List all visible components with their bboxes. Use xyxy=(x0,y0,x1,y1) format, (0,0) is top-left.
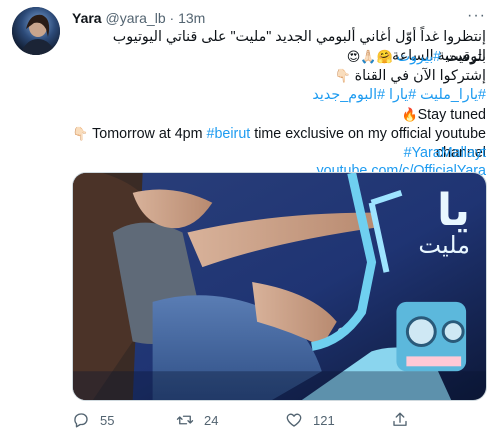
arabic-hashtags[interactable]: #يارا_مليت #يارا #البوم_جديد xyxy=(312,87,486,103)
tweet-text-line-2: بتوقيت #بيروت 🤗🙏🏻😍 xyxy=(72,48,486,67)
author-handle[interactable]: @yara_lb xyxy=(105,10,165,26)
avatar[interactable] xyxy=(12,7,60,55)
retweet-icon xyxy=(176,415,194,425)
tweet-timestamp[interactable]: 13m xyxy=(178,10,205,26)
tweet-media-image[interactable]: يا مليت xyxy=(72,172,487,401)
pointing-down-emoji-2: 👇🏻 xyxy=(72,127,89,142)
reply-icon xyxy=(74,413,88,428)
tweet-header: Yara @yara_lb · 13m xyxy=(72,9,205,27)
tweet-text-line-4: #يارا_مليت #يارا #البوم_جديد xyxy=(72,86,486,105)
more-options-icon[interactable]: ··· xyxy=(467,7,486,25)
reply-count: 55 xyxy=(100,412,115,428)
line-6-text-before: Tomorrow at 4pm xyxy=(92,126,207,142)
line-3-text: إشتركوا الآن في القناة xyxy=(354,68,486,84)
retweet-count: 24 xyxy=(204,412,219,428)
fire-emoji: 🔥 xyxy=(401,108,418,123)
stay-tuned-text: Stay tuned xyxy=(417,107,486,123)
author-name[interactable]: Yara xyxy=(72,10,102,26)
media-overlay-title: يا مليت xyxy=(418,185,470,260)
tweet-actions-bar: 55 24 121 xyxy=(72,409,487,431)
hashtag-beirut[interactable]: #beirut xyxy=(207,126,251,142)
tweet-card[interactable]: Yara @yara_lb · 13m ··· إنتظروا غداً أوّ… xyxy=(0,0,500,434)
pointing-down-emoji: 👇🏻 xyxy=(334,69,351,84)
tweet-text-line-3: إشتركوا الآن في القناة 👇🏻 xyxy=(72,67,486,86)
tweet-text-line-7: #YaraMallayt xyxy=(72,144,486,163)
separator-dot: · xyxy=(169,10,175,26)
retweet-button[interactable]: 24 xyxy=(176,409,218,431)
media-title-big: يا xyxy=(436,185,470,236)
tweet-text-line-5: 🔥Stay tuned xyxy=(72,106,486,125)
share-button[interactable] xyxy=(391,409,419,431)
media-title-small: مليت xyxy=(418,231,470,259)
like-count: 121 xyxy=(313,412,335,428)
like-button[interactable]: 121 xyxy=(285,409,335,431)
share-icon xyxy=(393,412,407,426)
hug-pray-love-emoji: 🤗🙏🏻😍 xyxy=(346,50,393,65)
hashtag-beirut-arabic[interactable]: #بيروت xyxy=(397,49,442,65)
hashtag-yaramallayt[interactable]: #YaraMallayt xyxy=(404,145,486,161)
heart-icon xyxy=(286,413,302,427)
avatar-image xyxy=(12,7,60,55)
line-2-text: بتوقيت xyxy=(445,49,486,65)
reply-button[interactable]: 55 xyxy=(72,409,114,431)
